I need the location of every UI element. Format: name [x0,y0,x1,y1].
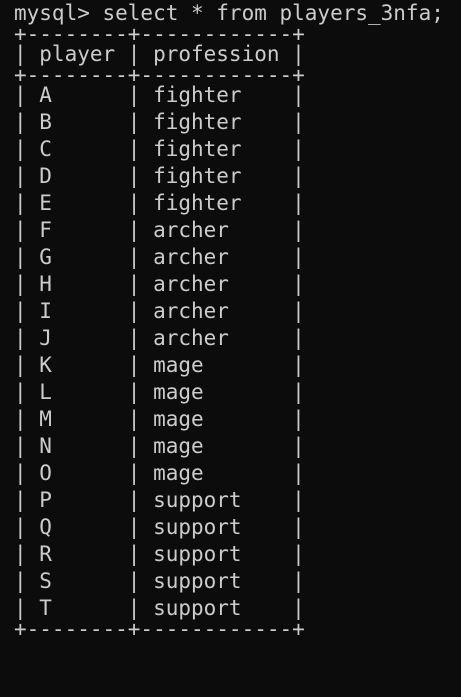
table-row: | K | mage | [14,353,305,377]
table-row: | F | archer | [14,218,305,242]
table-border-top: +--------+------------+ [14,22,305,46]
table-body: | A | fighter | | B | fighter | | C | fi… [14,82,461,622]
table-border-middle: +--------+------------+ [14,63,305,87]
table-border-bottom: +--------+------------+ [14,617,305,641]
table-row: | Q | support | [14,515,305,539]
table-row: | E | fighter | [14,191,305,215]
table-row: | A | fighter | [14,83,305,107]
table-row: | R | support | [14,542,305,566]
table-row: | S | support | [14,569,305,593]
table-row: | D | fighter | [14,164,305,188]
table-row: | I | archer | [14,299,305,323]
table-row: | B | fighter | [14,110,305,134]
table-row: | J | archer | [14,326,305,350]
table-row: | G | archer | [14,245,305,269]
table-row: | H | archer | [14,272,305,296]
terminal-window[interactable]: mysql> select * from players_3nfa; +----… [0,0,461,697]
table-row: | C | fighter | [14,137,305,161]
table-row: | P | support | [14,488,305,512]
table-row: | L | mage | [14,380,305,404]
table-row: | N | mage | [14,434,305,458]
table-row: | M | mage | [14,407,305,431]
table-row: | O | mage | [14,461,305,485]
